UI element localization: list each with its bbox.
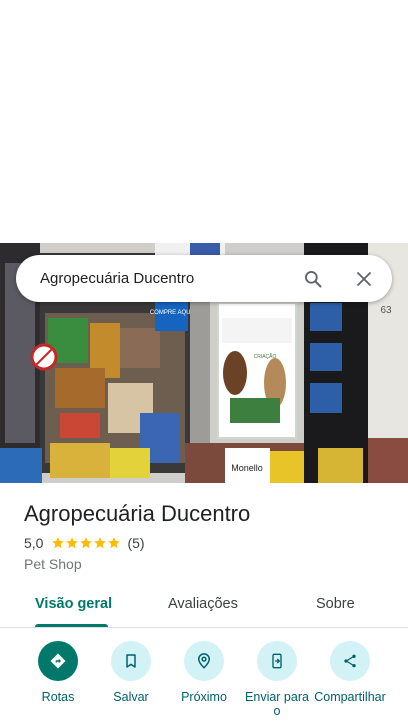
action-bar: Rotas Salvar Próximo Enviar para o Compa… (0, 641, 408, 726)
send-to-phone-button[interactable]: Enviar para o (237, 641, 317, 718)
nearby-icon (184, 641, 224, 681)
place-title: Agropecuária Ducentro (24, 501, 251, 526)
share-label: Compartilhar (314, 690, 386, 704)
directions-label: Rotas (41, 690, 75, 704)
star-icon (108, 537, 121, 549)
share-button[interactable]: Compartilhar (310, 641, 390, 704)
rating-row[interactable]: 5,0 (5) (24, 534, 384, 552)
tab-reviews[interactable]: Avaliações (168, 596, 238, 612)
star-icon (80, 537, 93, 549)
bookmark-icon (111, 641, 151, 681)
star-icon (66, 537, 79, 549)
star-icon (94, 537, 107, 549)
poster-small-text: CRIAÇÃO (254, 353, 277, 360)
save-label: Salvar (113, 690, 149, 704)
sale-badge-text: COMPRE AQUI (150, 310, 193, 316)
nearby-button[interactable]: Próximo (164, 641, 244, 704)
rating-stars (51, 536, 121, 550)
review-count: (5) (127, 535, 145, 551)
search-bar[interactable]: Agropecuária Ducentro (16, 255, 392, 302)
side-number-text: 63 (380, 305, 392, 316)
directions-icon (38, 641, 78, 681)
active-tab-indicator (35, 624, 108, 627)
search-icon[interactable] (300, 266, 326, 292)
store-front-sign: Monello (231, 463, 263, 473)
tab-about[interactable]: Sobre (316, 596, 355, 612)
search-input[interactable]: Agropecuária Ducentro (40, 270, 300, 287)
star-icon (52, 537, 65, 549)
send-to-phone-icon (257, 641, 297, 681)
close-icon[interactable] (351, 266, 377, 292)
save-button[interactable]: Salvar (91, 641, 171, 704)
rating-value: 5,0 (24, 535, 44, 551)
share-icon (330, 641, 370, 681)
send-to-phone-label: Enviar para o (245, 690, 309, 718)
place-info: Agropecuária Ducentro 5,0 (5) Pet Shop (24, 500, 384, 572)
tab-overview[interactable]: Visão geral (35, 596, 112, 612)
map-area-blank (0, 0, 408, 243)
nearby-label: Próximo (181, 690, 227, 704)
directions-button[interactable]: Rotas (18, 641, 98, 704)
place-category: Pet Shop (24, 556, 82, 572)
tab-bar: Visão geral Avaliações Sobre (0, 588, 408, 628)
